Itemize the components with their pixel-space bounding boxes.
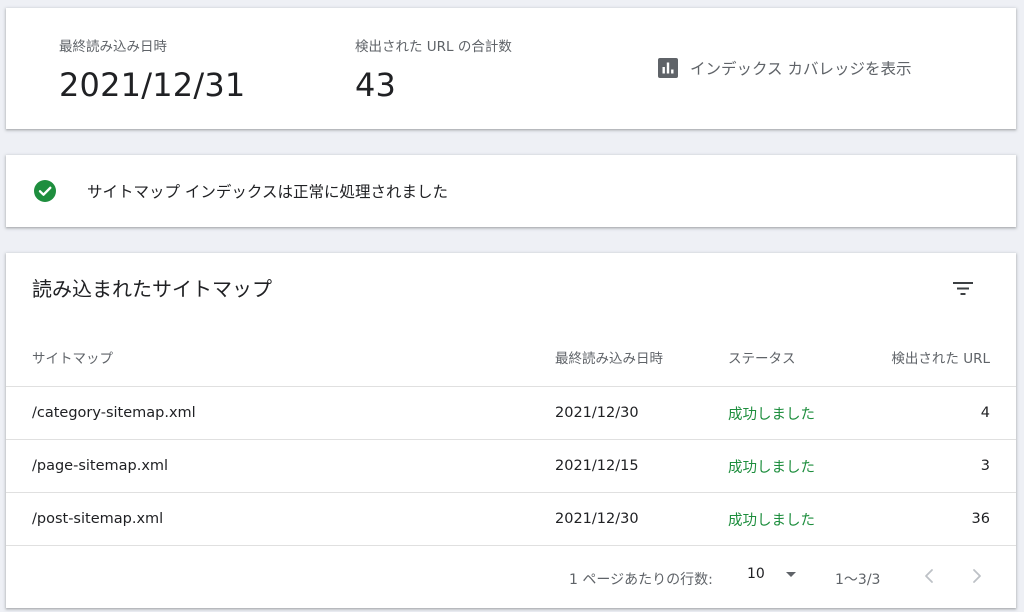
index-coverage-link[interactable]: インデックス カバレッジを表示: [658, 57, 911, 79]
sitemaps-card: 読み込まれたサイトマップ サイトマップ 最終読み込み日時 ステータス 検出された…: [6, 253, 1016, 608]
sitemap-last-read: 2021/12/30: [555, 511, 639, 527]
sitemap-status: 成功しました: [728, 512, 815, 529]
status-message: サイトマップ インデックスは正常に処理されました: [87, 183, 448, 201]
filter-button[interactable]: [948, 275, 978, 301]
column-header-sitemap[interactable]: サイトマップ: [32, 328, 113, 386]
last-read-stat: 最終読み込み日時 2021/12/31: [59, 35, 245, 104]
sitemap-status: 成功しました: [728, 406, 815, 423]
sitemap-last-read: 2021/12/30: [555, 405, 639, 421]
last-read-value: 2021/12/31: [59, 66, 246, 104]
sitemap-url-count: 36: [971, 511, 990, 527]
bar-chart-icon: [658, 58, 678, 78]
caret-down-icon: [785, 571, 796, 577]
chevron-right-icon: [973, 569, 981, 583]
check-circle-icon: [34, 180, 56, 202]
index-coverage-link-label: インデックス カバレッジを表示: [690, 60, 912, 78]
url-count-value: 43: [355, 66, 397, 104]
status-card: サイトマップ インデックスは正常に処理されました: [6, 155, 1016, 227]
table-row[interactable]: /post-sitemap.xml 2021/12/30 成功しました 36: [6, 493, 1016, 546]
table-row[interactable]: /category-sitemap.xml 2021/12/30 成功しました …: [6, 387, 1016, 440]
sitemap-url-count: 4: [980, 405, 990, 421]
rows-per-page-label: 1 ページあたりの行数:: [569, 572, 713, 588]
url-count-label: 検出された URL の合計数: [355, 39, 512, 55]
last-read-label: 最終読み込み日時: [59, 39, 167, 55]
sitemap-name: /page-sitemap.xml: [32, 458, 169, 474]
column-header-last-read[interactable]: 最終読み込み日時: [555, 328, 663, 386]
sitemap-url-count: 3: [980, 458, 990, 474]
sitemap-last-read: 2021/12/15: [555, 458, 639, 474]
previous-page-button[interactable]: [923, 567, 935, 589]
pagination-range: 1〜3/3: [835, 572, 881, 588]
column-header-status[interactable]: ステータス: [728, 328, 796, 386]
url-count-stat: 検出された URL の合計数 43: [355, 35, 512, 104]
summary-card: 最終読み込み日時 2021/12/31 検出された URL の合計数 43 イン…: [6, 8, 1016, 129]
rows-per-page-value: 10: [747, 566, 765, 582]
table-pagination: 1 ページあたりの行数: 10 1〜3/3: [6, 557, 1016, 599]
sitemap-status: 成功しました: [728, 459, 815, 476]
table-header: サイトマップ 最終読み込み日時 ステータス 検出された URL: [6, 328, 1016, 387]
rows-per-page-select[interactable]: 10: [747, 566, 797, 582]
filter-icon: [953, 282, 973, 295]
sitemap-name: /post-sitemap.xml: [32, 511, 164, 527]
chevron-left-icon: [925, 569, 933, 583]
sitemap-name: /category-sitemap.xml: [32, 405, 196, 421]
sitemaps-title: 読み込まれたサイトマップ: [32, 277, 272, 301]
column-header-urls[interactable]: 検出された URL: [891, 328, 990, 386]
table-row[interactable]: /page-sitemap.xml 2021/12/15 成功しました 3: [6, 440, 1016, 493]
next-page-button[interactable]: [971, 567, 983, 589]
